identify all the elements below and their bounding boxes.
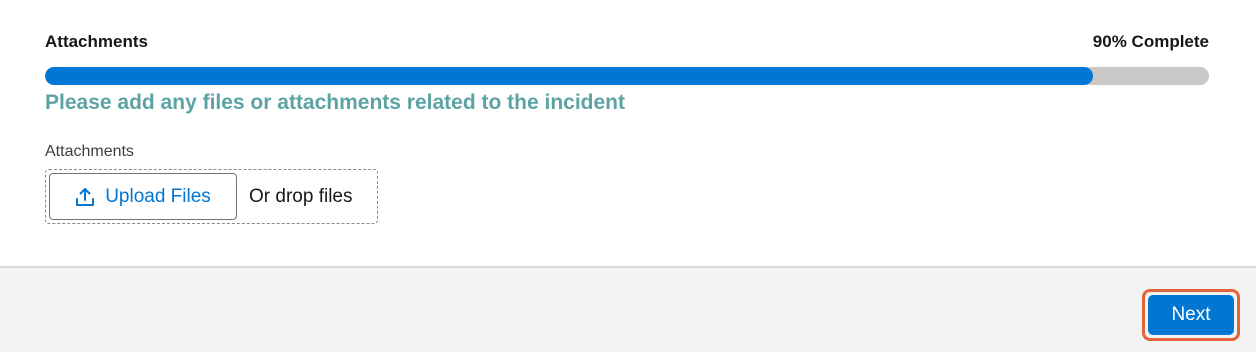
section-heading: Please add any files or attachments rela… [45, 91, 626, 114]
progress-status: 90% Complete [1092, 32, 1209, 51]
drop-files-text: Or drop files [249, 185, 353, 207]
next-button[interactable]: Next [1148, 295, 1234, 335]
content-area: Attachments 90% Complete Please add any … [0, 0, 1256, 266]
upload-files-label: Upload Files [105, 185, 211, 207]
upload-icon [75, 187, 95, 207]
next-button-focus-ring: Next [1142, 289, 1240, 341]
attachments-label: Attachments [45, 143, 134, 160]
flow-screen: Attachments 90% Complete Please add any … [0, 0, 1256, 352]
progress-header: Attachments 90% Complete [45, 31, 1209, 53]
footer-bar: Next [0, 266, 1256, 352]
progress-bar [45, 67, 1209, 85]
file-dropzone[interactable]: Upload Files Or drop files [45, 169, 378, 224]
progress-bar-fill [45, 67, 1093, 85]
upload-files-button[interactable]: Upload Files [49, 173, 237, 220]
progress-step-title: Attachments [45, 32, 148, 51]
